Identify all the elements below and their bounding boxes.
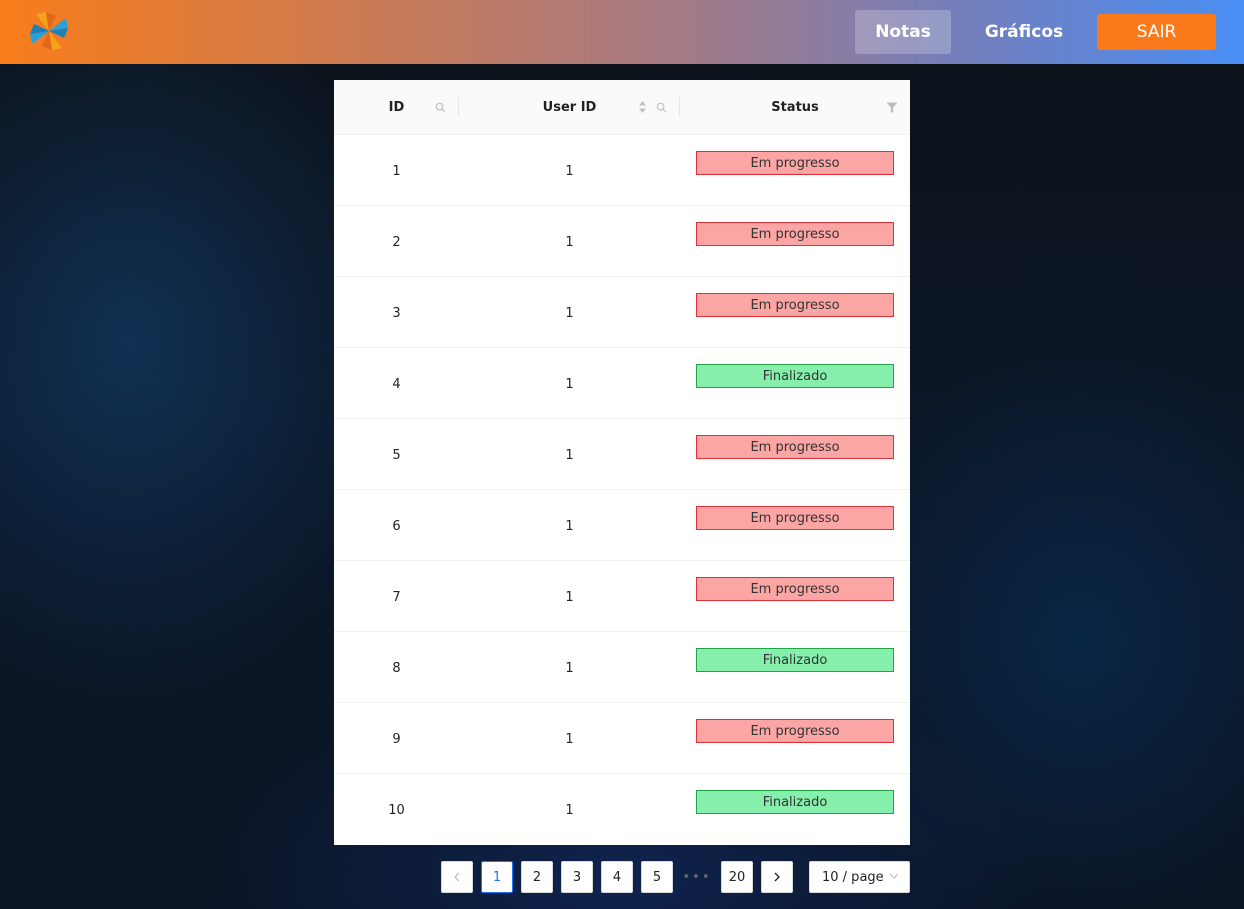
status-badge: Em progresso [696, 719, 894, 743]
table-row: 1 1 Em progresso [334, 135, 910, 206]
table-row: 6 1 Em progresso [334, 490, 910, 561]
cell-user-id: 1 [565, 589, 574, 605]
notes-table: ID User ID Status 1 1 Em progresso 2 1 Em pro… [334, 80, 910, 845]
chevron-down-icon [889, 873, 899, 879]
cell-user-id: 1 [565, 731, 574, 747]
table-header: ID User ID Status [334, 80, 910, 135]
status-badge: Em progresso [696, 435, 894, 459]
status-badge: Finalizado [696, 648, 894, 672]
cell-user-id: 1 [565, 518, 574, 534]
sort-icon[interactable] [638, 100, 647, 114]
page-button-3[interactable]: 3 [561, 861, 593, 893]
table-row: 9 1 Em progresso [334, 703, 910, 774]
status-badge: Finalizado [696, 790, 894, 814]
table-row: 4 1 Finalizado [334, 348, 910, 419]
status-badge: Finalizado [696, 364, 894, 388]
table-row: 3 1 Em progresso [334, 277, 910, 348]
cell-user-id: 1 [565, 305, 574, 321]
logout-button[interactable]: SAIR [1097, 14, 1216, 50]
next-page-button[interactable] [761, 861, 793, 893]
status-badge: Em progresso [696, 293, 894, 317]
table-body: 1 1 Em progresso 2 1 Em progresso 3 1 Em progres… [334, 135, 910, 845]
prev-page-button[interactable] [441, 861, 473, 893]
page-button-5[interactable]: 5 [641, 861, 673, 893]
cell-user-id: 1 [565, 376, 574, 392]
cell-id: 2 [392, 234, 401, 250]
page-button-last[interactable]: 20 [721, 861, 753, 893]
table-row: 10 1 Finalizado [334, 774, 910, 845]
chevron-right-icon [774, 872, 780, 882]
status-badge: Em progresso [696, 506, 894, 530]
status-badge: Em progresso [696, 577, 894, 601]
nav-graficos-button[interactable]: Gráficos [975, 10, 1073, 54]
table-row: 7 1 Em progresso [334, 561, 910, 632]
column-label-status: Status [771, 100, 819, 115]
page-button-2[interactable]: 2 [521, 861, 553, 893]
cell-user-id: 1 [565, 802, 574, 818]
page-size-value: 10 / page [822, 869, 884, 885]
filter-icon[interactable] [886, 102, 898, 113]
cell-id: 6 [392, 518, 401, 534]
cell-id: 3 [392, 305, 401, 321]
pinwheel-logo-icon[interactable] [26, 8, 72, 54]
cell-id: 9 [392, 731, 401, 747]
table-row: 8 1 Finalizado [334, 632, 910, 703]
column-label-user-id: User ID [542, 100, 597, 115]
page-ellipsis[interactable]: ••• [681, 861, 713, 893]
cell-id: 4 [392, 376, 401, 392]
nav-notas-button[interactable]: Notas [855, 10, 951, 54]
cell-id: 5 [392, 447, 401, 463]
cell-user-id: 1 [565, 163, 574, 179]
cell-id: 1 [392, 163, 401, 179]
column-label-id: ID [388, 100, 405, 115]
search-icon[interactable] [435, 102, 446, 113]
cell-id: 10 [388, 802, 405, 818]
cell-user-id: 1 [565, 447, 574, 463]
cell-id: 8 [392, 660, 401, 676]
page-button-1[interactable]: 1 [481, 861, 513, 893]
page-size-select[interactable]: 10 / page [809, 861, 910, 893]
cell-user-id: 1 [565, 234, 574, 250]
cell-id: 7 [392, 589, 401, 605]
chevron-left-icon [454, 872, 460, 882]
page-button-4[interactable]: 4 [601, 861, 633, 893]
table-row: 2 1 Em progresso [334, 206, 910, 277]
pagination: 1 2 3 4 5 ••• 20 10 / page [0, 861, 1244, 893]
top-header: Notas Gráficos SAIR [0, 0, 1244, 64]
cell-user-id: 1 [565, 660, 574, 676]
search-icon[interactable] [656, 102, 667, 113]
column-header-status: Status [680, 80, 910, 135]
table-row: 5 1 Em progresso [334, 419, 910, 490]
status-badge: Em progresso [696, 222, 894, 246]
status-badge: Em progresso [696, 151, 894, 175]
